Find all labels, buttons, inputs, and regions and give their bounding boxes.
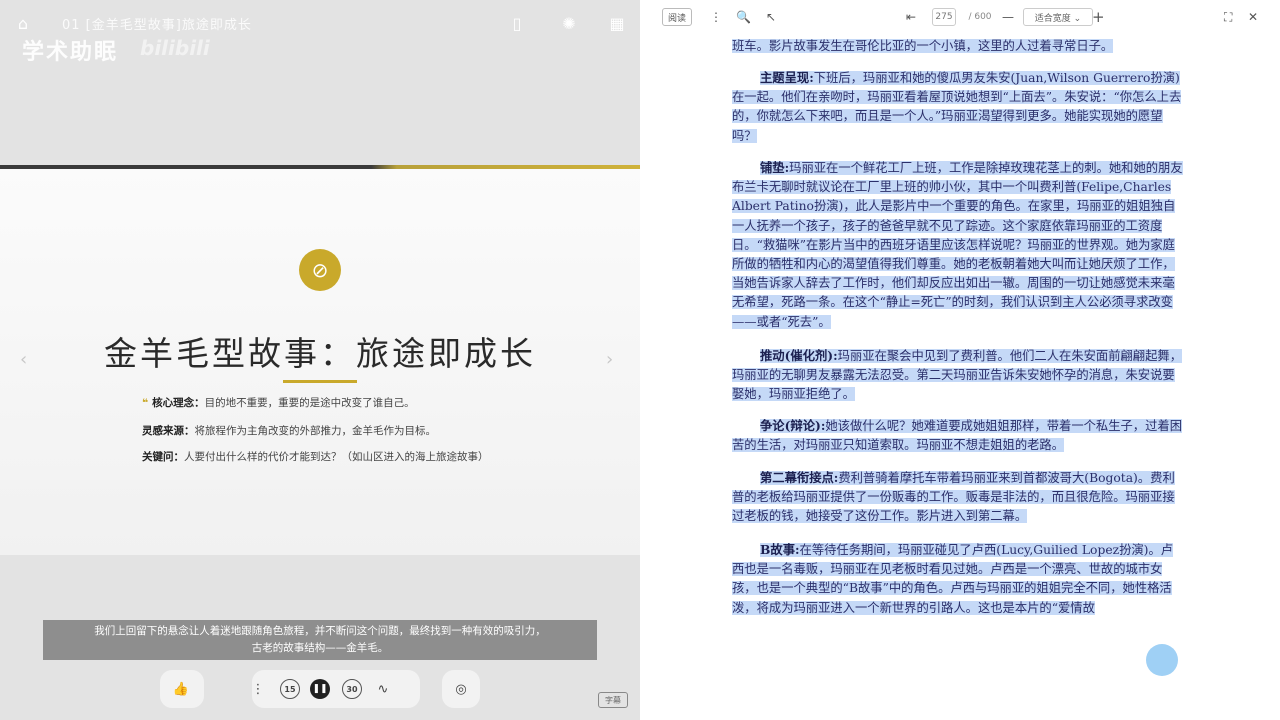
subtitle-box: 我们上回留下的悬念让人着迷地跟随角色旅程，并不断问这个问题，最终找到一种有效的吸… — [43, 620, 597, 660]
paragraph-label: 铺垫: — [760, 160, 790, 175]
pause-button[interactable]: ❚❚ — [310, 679, 330, 699]
paragraph: 主题呈现:下班后，玛丽亚和她的傻瓜男友朱安(Juan,Wilson Guerre… — [732, 68, 1184, 146]
paragraph-label: 第二幕衔接点: — [760, 470, 839, 485]
settings-icon[interactable]: ◎ — [451, 679, 471, 699]
subtitle-toggle[interactable]: 字幕 — [598, 692, 628, 708]
paragraph: 争论(辩论):她该做什么呢？她难道要成她姐姐那样，带着一个私生子，过着困苦的生活… — [732, 416, 1184, 455]
subtitle-line: 古老的故事结构——金羊毛。 — [251, 642, 389, 654]
paragraph: 第二幕衔接点:费利普骑着摩托车带着玛丽亚来到首都波哥大(Bogota)。费利普的… — [732, 468, 1184, 527]
forward-30-button[interactable]: 30 — [342, 679, 362, 699]
page-number-input[interactable]: 275 — [932, 8, 956, 26]
window-mode-icon[interactable]: ▯ — [506, 12, 528, 34]
total-pages: / 600 — [968, 12, 992, 22]
title-divider — [283, 380, 357, 383]
slide-point-question: 关键问：人要付出什么样的代价才能到达？（如山区进入的海上旅途故事） — [142, 449, 489, 464]
slide-title: 金羊毛型故事：旅途即成长 — [104, 334, 536, 373]
layout-icon[interactable]: ▦ — [606, 12, 628, 34]
slide-point-label: 关键问： — [142, 451, 184, 463]
slide-point-text: 人要付出什么样的代价才能到达？（如山区进入的海上旅途故事） — [184, 451, 489, 463]
player-controls: 👍 ⋮ 15 ❚❚ 30 ∿ ◎ — [160, 670, 490, 708]
paragraph-label: 主题呈现: — [760, 70, 814, 85]
reader-toolbar: 阅读 ⋮ 🔍 ↖ ⇤ 275 / 600 — 适合宽度 ⌄ + ⛶ ✕ — [640, 0, 1280, 34]
slide-point-core: ❝ 核心理念：目的地不重要，重要的是途中改变了谁自己。 — [142, 395, 415, 410]
pointer-tool-icon[interactable]: ↖ — [766, 8, 776, 26]
site-logo: bilibili — [140, 36, 210, 60]
slide-point-source: 灵感来源：将旅程作为主角改变的外部推力，金羊毛作为目标。 — [142, 423, 436, 438]
quote-icon: ❝ — [142, 397, 149, 409]
video-player[interactable]: ⌂ 01 [金羊毛型故事]旅途即成长 ▯ ✺ ▦ 学术助眠 bilibili ‹… — [0, 0, 640, 720]
channel-watermark: 学术助眠 — [22, 40, 119, 65]
playback-pill — [252, 670, 420, 708]
presentation-slide: ‹ › ⊘ 金羊毛型故事：旅途即成长 ❝ 核心理念：目的地不重要，重要的是途中改变… — [0, 169, 640, 555]
paragraph-label: 争论(辩论): — [760, 418, 826, 433]
more-menu-icon[interactable]: ⋮ — [710, 8, 722, 26]
paragraph: B故事:在等待任务期间，玛丽亚碰见了卢西(Lucy,Guilied Lopez扮… — [732, 540, 1184, 618]
zoom-in-button[interactable]: + — [1092, 8, 1105, 26]
waveform-icon[interactable]: ∿ — [373, 679, 393, 699]
paragraph-label: B故事: — [760, 542, 800, 557]
zoom-select[interactable]: 适合宽度 ⌄ — [1023, 8, 1093, 26]
compass-icon: ⊘ — [299, 249, 341, 291]
slide-point-label: 灵感来源： — [142, 425, 195, 437]
paragraph-text: 玛丽亚在一个鲜花工厂上班，工作是除掉玫瑰花茎上的刺。她和她的朋友布兰卡无聊时就议… — [732, 161, 1183, 329]
floating-assistant-button[interactable] — [1146, 644, 1178, 676]
close-icon[interactable]: ✕ — [1248, 8, 1258, 26]
rewind-15-button[interactable]: 15 — [280, 679, 300, 699]
slide-point-text: 目的地不重要，重要的是途中改变了谁自己。 — [204, 397, 415, 409]
paragraph: 铺垫:玛丽亚在一个鲜花工厂上班，工作是除掉玫瑰花茎上的刺。她和她的朋友布兰卡无聊… — [732, 158, 1184, 332]
expand-icon[interactable]: ⛶ — [1224, 8, 1232, 26]
paragraph-label: 推动(催化剂): — [760, 348, 838, 363]
document-reader: 阅读 ⋮ 🔍 ↖ ⇤ 275 / 600 — 适合宽度 ⌄ + ⛶ ✕ 班车。影… — [640, 0, 1280, 720]
first-page-icon[interactable]: ⇤ — [906, 8, 916, 26]
video-title: 01 [金羊毛型故事]旅途即成长 — [62, 18, 252, 33]
subtitle-line: 我们上回留下的悬念让人着迷地跟随角色旅程，并不断问这个问题，最终找到一种有效的吸… — [94, 625, 546, 637]
zoom-out-button[interactable]: — — [1002, 8, 1014, 26]
slide-point-label: 核心理念： — [152, 397, 205, 409]
brightness-icon[interactable]: ✺ — [558, 12, 580, 34]
read-mode-button[interactable]: 阅读 — [662, 8, 692, 26]
paragraph-text: 班车。影片故事发生在哥伦比亚的一个小镇，这里的人过着寻常日子。 — [732, 39, 1114, 53]
home-icon[interactable]: ⌂ — [12, 12, 34, 34]
paragraph: 推动(催化剂):玛丽亚在聚会中见到了费利普。他们二人在朱安面前翩翩起舞，玛丽亚的… — [732, 346, 1184, 405]
like-icon[interactable]: 👍 — [171, 679, 191, 699]
search-icon[interactable]: 🔍 — [736, 8, 751, 26]
paragraph: 班车。影片故事发生在哥伦比亚的一个小镇，这里的人过着寻常日子。 — [732, 36, 1184, 56]
slide-point-text: 将旅程作为主角改变的外部推力，金羊毛作为目标。 — [194, 425, 437, 437]
more-icon[interactable]: ⋮ — [248, 679, 268, 699]
